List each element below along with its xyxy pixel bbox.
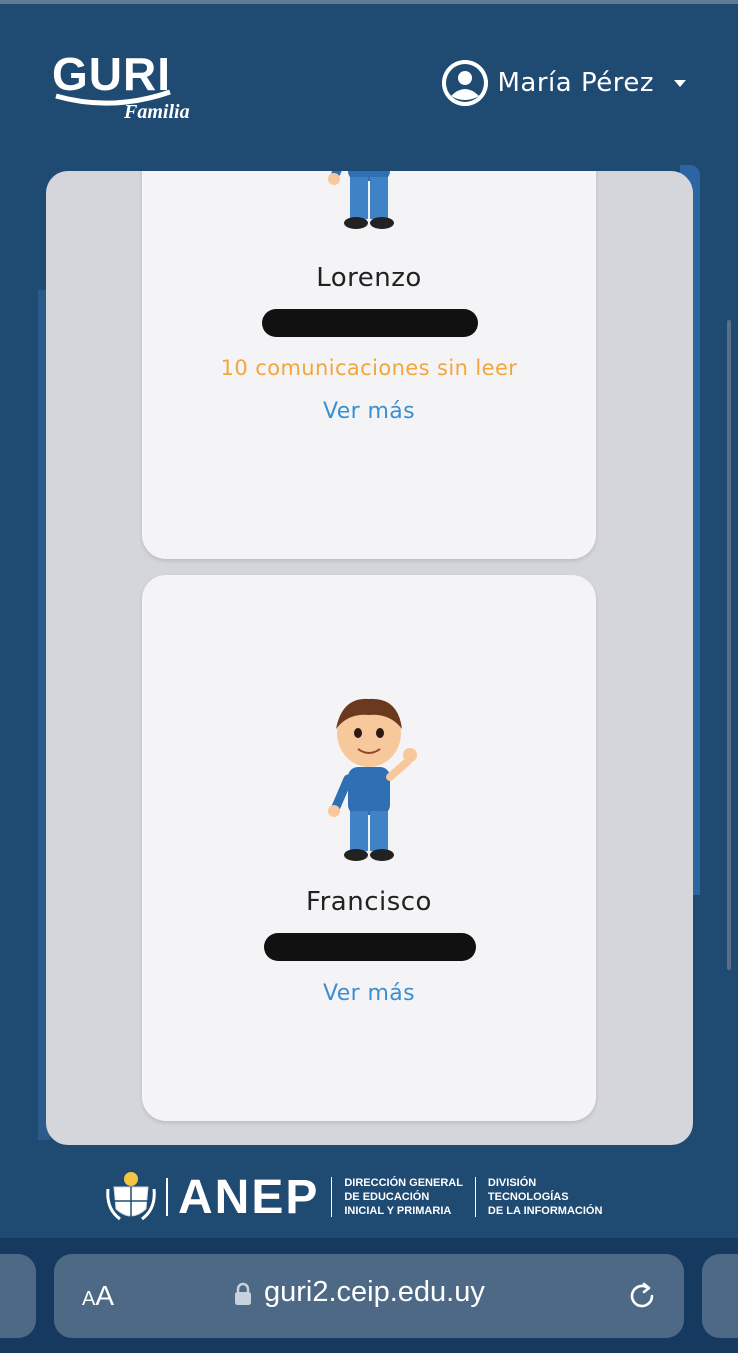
footer-divider bbox=[474, 1177, 476, 1217]
footer-divider bbox=[166, 1178, 168, 1216]
reload-icon[interactable] bbox=[626, 1280, 658, 1312]
child-name: Lorenzo bbox=[316, 263, 422, 293]
svg-text:GURI: GURI bbox=[52, 48, 171, 100]
address-bar[interactable]: AA guri2.ceip.edu.uy bbox=[54, 1254, 684, 1338]
footer-divider bbox=[331, 1177, 333, 1217]
next-tab-pill[interactable] bbox=[702, 1254, 738, 1338]
child-illustration bbox=[328, 171, 394, 229]
user-avatar-icon bbox=[441, 60, 488, 106]
anep-wordmark: ANEP bbox=[178, 1170, 320, 1224]
logo-icon: GURI Familia bbox=[52, 48, 190, 123]
scrollbar[interactable] bbox=[727, 320, 731, 970]
caret-down-icon bbox=[674, 79, 686, 87]
guri-familia-logo[interactable]: GURI Familia bbox=[52, 46, 202, 124]
redacted-bar bbox=[262, 309, 478, 337]
child-card-francisco[interactable]: Francisco Ver más bbox=[142, 575, 596, 1121]
lock-icon bbox=[235, 1282, 251, 1305]
prev-tab-pill[interactable] bbox=[0, 1254, 36, 1338]
crest-icon bbox=[106, 1172, 156, 1221]
unread-count: 10 comunicaciones sin leer bbox=[220, 356, 518, 380]
url-text: guri2.ceip.edu.uy bbox=[264, 1276, 485, 1308]
dept-dgeip: DIRECCIÓN GENERAL DE EDUCACIÓN INICIAL Y… bbox=[344, 1177, 463, 1217]
text-size-button[interactable]: AA bbox=[82, 1280, 114, 1312]
ver-mas-link[interactable]: Ver más bbox=[142, 981, 596, 1006]
ver-mas-link[interactable]: Ver más bbox=[142, 399, 596, 424]
browser-toolbar: AA guri2.ceip.edu.uy bbox=[0, 1238, 738, 1353]
anep-footer: ANEP DIRECCIÓN GENERAL DE EDUCACIÓN INIC… bbox=[106, 1166, 602, 1228]
child-card-lorenzo[interactable]: Lorenzo 10 comunicaciones sin leer Ver m… bbox=[142, 171, 596, 559]
user-name: María Pérez bbox=[497, 68, 654, 98]
dept-dti: DIVISIÓN TECNOLOGÍAS DE LA INFORMACIÓN bbox=[487, 1177, 603, 1217]
child-illustration bbox=[328, 698, 417, 861]
children-panel[interactable]: Lorenzo 10 comunicaciones sin leer Ver m… bbox=[46, 171, 693, 1145]
svg-text:Familia: Familia bbox=[123, 101, 190, 123]
top-strip bbox=[0, 0, 738, 4]
user-menu[interactable]: María Pérez bbox=[441, 58, 686, 108]
child-name: Francisco bbox=[306, 887, 432, 917]
redacted-bar bbox=[264, 933, 476, 961]
